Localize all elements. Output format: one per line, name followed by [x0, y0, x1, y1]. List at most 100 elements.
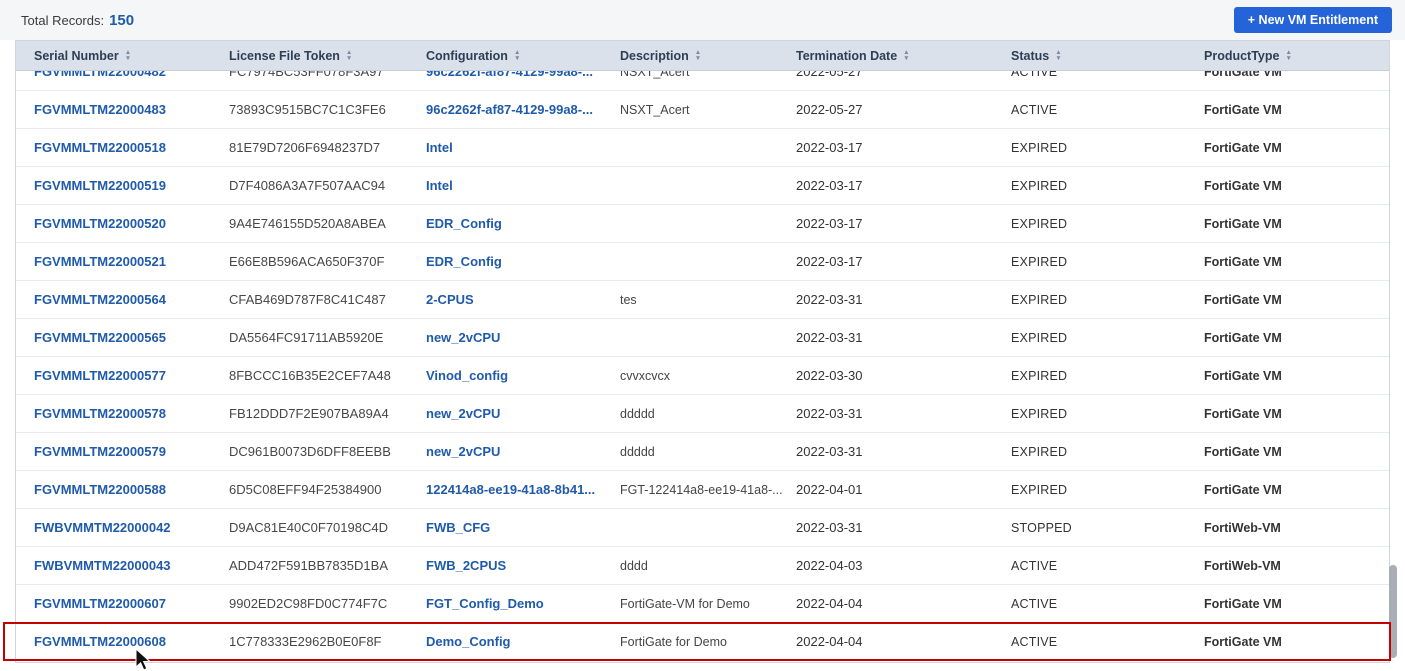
column-header-license-file-token[interactable]: License File Token	[229, 49, 426, 63]
description-text: FortiGate for Demo	[620, 634, 727, 649]
configuration-link[interactable]: FWB_2CPUS	[426, 558, 620, 573]
table-row: FGVMMLTM22000577 8FBCCC16B35E2CEF7A48 Vino…	[16, 357, 1389, 395]
status-text: EXPIRED	[1011, 292, 1068, 307]
configuration-link[interactable]: FWB_CFG	[426, 520, 620, 535]
status-text: EXPIRED	[1011, 444, 1068, 459]
serial-number-link[interactable]: FGVMMLTM22000608	[34, 634, 229, 649]
description-text: FortiGate-VM for Demo	[620, 596, 750, 611]
status-text: ACTIVE	[1011, 102, 1058, 117]
status-text: STOPPED	[1011, 520, 1072, 535]
configuration-link[interactable]: 96c2262f-af87-4129-99a8-...	[426, 71, 620, 79]
termination-date: 2022-03-31	[796, 292, 863, 307]
sort-icon[interactable]	[346, 50, 352, 61]
termination-date: 2022-04-04	[796, 634, 863, 649]
license-file-token: FC7974BC53FF078F3A97	[229, 71, 384, 79]
configuration-link[interactable]: new_2vCPU	[426, 444, 620, 459]
status-text: ACTIVE	[1011, 71, 1058, 79]
configuration-link[interactable]: FGT_Config_Demo	[426, 596, 620, 611]
product-type: FortiGate VM	[1204, 330, 1282, 345]
product-type: FortiWeb-VM	[1204, 558, 1281, 573]
license-file-token: 1C778333E2962B0E0F8F	[229, 634, 382, 649]
license-file-token: D9AC81E40C0F70198C4D	[229, 520, 388, 535]
license-file-token: 9902ED2C98FD0C774F7C	[229, 596, 388, 611]
configuration-link[interactable]: EDR_Config	[426, 216, 620, 231]
product-type: FortiGate VM	[1204, 368, 1282, 383]
sort-icon[interactable]	[903, 50, 909, 61]
description-text: NSXT_Acert	[620, 102, 690, 117]
serial-number-link[interactable]: FGVMMLTM22000577	[34, 368, 229, 383]
serial-number-link[interactable]: FWBVMMTM22000043	[34, 558, 229, 573]
vertical-scrollbar-thumb[interactable]	[1389, 565, 1397, 658]
serial-number-link[interactable]: FGVMMLTM22000483	[34, 102, 229, 117]
configuration-link[interactable]: 122414a8-ee19-41a8-8b41...	[426, 482, 620, 497]
serial-number-link[interactable]: FGVMMLTM22000607	[34, 596, 229, 611]
table-row: FGVMMLTM22000520 9A4E746155D520A8ABEA EDR_…	[16, 205, 1389, 243]
description-text: FGT-122414a8-ee19-41a8-...	[620, 482, 783, 497]
license-file-token: D7F4086A3A7F507AAC94	[229, 178, 386, 193]
vm-entitlement-table: Serial Number License File Token Configura…	[15, 40, 1390, 663]
serial-number-link[interactable]: FGVMMLTM22000482	[34, 71, 229, 79]
configuration-link[interactable]: Intel	[426, 178, 620, 193]
product-type: FortiGate VM	[1204, 634, 1282, 649]
table-scroll-viewport[interactable]: FGVMMLTM22000482 FC7974BC53FF078F3A97 96c2…	[16, 71, 1389, 663]
column-header-configuration[interactable]: Configuration	[426, 49, 620, 63]
description-text: cvvxcvcx	[620, 368, 670, 383]
status-text: EXPIRED	[1011, 330, 1068, 345]
serial-number-link[interactable]: FGVMMLTM22000579	[34, 444, 229, 459]
sort-icon[interactable]	[1285, 50, 1291, 61]
column-header-label: Status	[1011, 48, 1050, 63]
table-row: FGVMMLTM22000482 FC7974BC53FF078F3A97 96c2…	[16, 71, 1389, 91]
license-file-token: DA5564FC91711AB5920E	[229, 330, 384, 345]
configuration-link[interactable]: Intel	[426, 140, 620, 155]
product-type: FortiGate VM	[1204, 482, 1282, 497]
license-file-token: 6D5C08EFF94F25384900	[229, 482, 382, 497]
configuration-link[interactable]: 96c2262f-af87-4129-99a8-...	[426, 102, 620, 117]
column-header-label: Configuration	[426, 48, 508, 63]
table-header-row: Serial Number License File Token Configura…	[16, 41, 1389, 71]
status-text: EXPIRED	[1011, 368, 1068, 383]
license-file-token: DC961B0073D6DFF8EEBB	[229, 444, 391, 459]
configuration-link[interactable]: Vinod_config	[426, 368, 620, 383]
column-header-label: Serial Number	[34, 48, 119, 63]
table-row: FGVMMLTM22000564 CFAB469D787F8C41C487 2-CP…	[16, 281, 1389, 319]
table-row: FGVMMLTM22000607 9902ED2C98FD0C774F7C FGT_…	[16, 585, 1389, 623]
total-records-value: 150	[109, 11, 135, 29]
serial-number-link[interactable]: FWBVMMTM22000042	[34, 520, 229, 535]
configuration-link[interactable]: Demo_Config	[426, 634, 620, 649]
table-row: FGVMMLTM22000578 FB12DDD7F2E907BA89A4 new_…	[16, 395, 1389, 433]
status-text: EXPIRED	[1011, 482, 1068, 497]
sort-icon[interactable]	[695, 50, 701, 61]
configuration-link[interactable]: EDR_Config	[426, 254, 620, 269]
termination-date: 2022-03-17	[796, 254, 863, 269]
table-row: FGVMMLTM22000483 73893C9515BC7C1C3FE6 96c2…	[16, 91, 1389, 129]
termination-date: 2022-03-17	[796, 140, 863, 155]
column-header-termination-date[interactable]: Termination Date	[796, 49, 1011, 63]
column-header-label: ProductType	[1204, 48, 1280, 63]
serial-number-link[interactable]: FGVMMLTM22000578	[34, 406, 229, 421]
serial-number-link[interactable]: FGVMMLTM22000521	[34, 254, 229, 269]
serial-number-link[interactable]: FGVMMLTM22000520	[34, 216, 229, 231]
column-header-producttype[interactable]: ProductType	[1204, 49, 1389, 63]
serial-number-link[interactable]: FGVMMLTM22000519	[34, 178, 229, 193]
termination-date: 2022-03-17	[796, 178, 863, 193]
serial-number-link[interactable]: FGVMMLTM22000565	[34, 330, 229, 345]
column-header-description[interactable]: Description	[620, 49, 796, 63]
sort-icon[interactable]	[1055, 50, 1061, 61]
column-header-status[interactable]: Status	[1011, 49, 1204, 63]
termination-date: 2022-03-31	[796, 330, 863, 345]
configuration-link[interactable]: 2-CPUS	[426, 292, 620, 307]
table-row: FGVMMLTM22000565 DA5564FC91711AB5920E new_…	[16, 319, 1389, 357]
description-text: NSXT_Acert	[620, 71, 690, 79]
serial-number-link[interactable]: FGVMMLTM22000518	[34, 140, 229, 155]
new-vm-entitlement-button[interactable]: + New VM Entitlement	[1233, 7, 1392, 33]
sort-icon[interactable]	[514, 50, 520, 61]
serial-number-link[interactable]: FGVMMLTM22000564	[34, 292, 229, 307]
serial-number-link[interactable]: FGVMMLTM22000588	[34, 482, 229, 497]
sort-icon[interactable]	[125, 50, 131, 61]
configuration-link[interactable]: new_2vCPU	[426, 406, 620, 421]
license-file-token: 73893C9515BC7C1C3FE6	[229, 102, 386, 117]
configuration-link[interactable]: new_2vCPU	[426, 330, 620, 345]
column-header-serial-number[interactable]: Serial Number	[34, 49, 229, 63]
license-file-token: 81E79D7206F6948237D7	[229, 140, 381, 155]
product-type: FortiGate VM	[1204, 178, 1282, 193]
